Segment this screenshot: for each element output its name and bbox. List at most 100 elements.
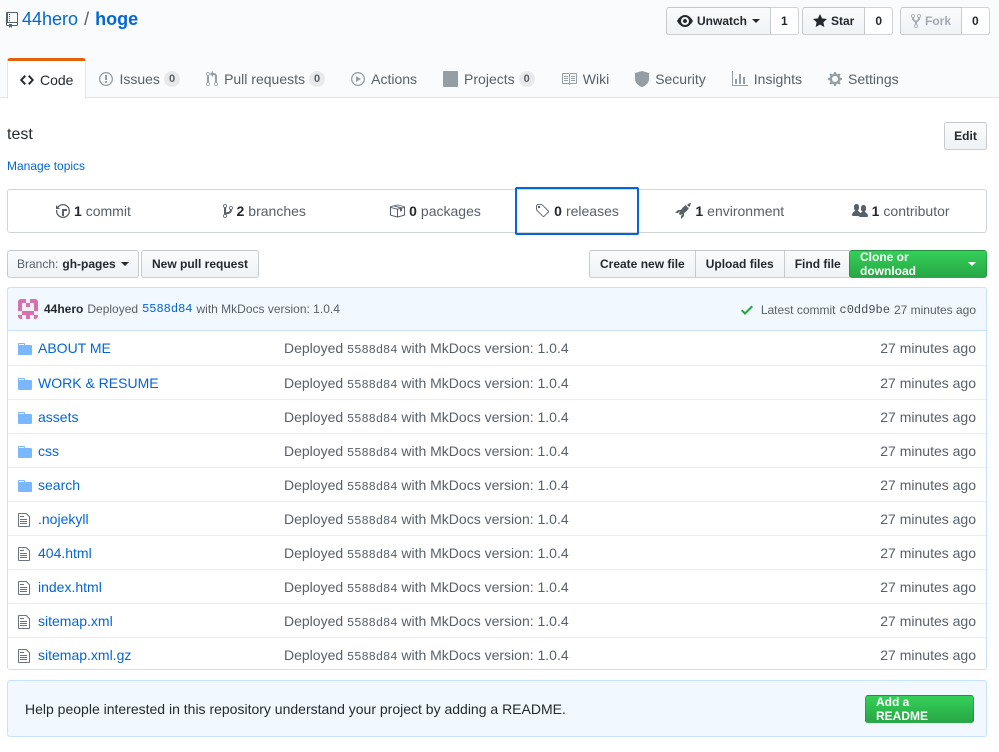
- unwatch-button[interactable]: Unwatch: [666, 7, 772, 35]
- commit-sha-link[interactable]: 5588d84: [142, 302, 192, 316]
- gear-icon: [828, 72, 843, 86]
- file-icon: [18, 649, 30, 663]
- file-rows: ABOUT ME Deployed 5588d84 with MkDocs ver…: [8, 331, 986, 669]
- file-icon-wrap: [18, 512, 30, 531]
- create-new-file-button[interactable]: Create new file: [589, 250, 696, 278]
- tab-pull-requests[interactable]: Pull requests 0: [193, 58, 338, 98]
- file-name-link[interactable]: ABOUT ME: [38, 340, 111, 356]
- table-row: search Deployed 5588d84 with MkDocs versi…: [8, 467, 986, 501]
- readme-prompt-text: Help people interested in this repositor…: [25, 701, 566, 717]
- file-commit-text: with MkDocs version: 1.0.4: [401, 545, 569, 561]
- package-icon: [390, 204, 406, 218]
- repo-owner-link[interactable]: 44hero: [22, 9, 78, 30]
- summary-contributors-label: contributor: [883, 203, 950, 219]
- file-commit-message[interactable]: Deployed 5588d84 with MkDocs version: 1.…: [284, 375, 569, 392]
- tab-actions[interactable]: Actions: [338, 58, 430, 98]
- summary-branches-num: 2: [236, 203, 245, 219]
- tab-issues[interactable]: Issues 0: [86, 58, 193, 98]
- repo-nav-tabs: Code Issues 0 Pull requests 0 Actions Pr…: [7, 58, 912, 99]
- fork-button[interactable]: Fork: [900, 7, 963, 35]
- summary-packages[interactable]: 0 packages: [350, 190, 521, 232]
- fork-count[interactable]: 0: [962, 7, 990, 35]
- find-file-button[interactable]: Find file: [783, 250, 852, 278]
- tab-insights[interactable]: Insights: [719, 58, 815, 98]
- summary-commits[interactable]: 1 commit: [8, 190, 179, 232]
- file-name-link[interactable]: 404.html: [38, 545, 92, 561]
- file-commit-sha[interactable]: 5588d84: [347, 378, 397, 392]
- file-commit-message[interactable]: Deployed 5588d84 with MkDocs version: 1.…: [284, 613, 569, 630]
- file-commit-message[interactable]: Deployed 5588d84 with MkDocs version: 1.…: [284, 579, 569, 596]
- file-commit-message[interactable]: Deployed 5588d84 with MkDocs version: 1.…: [284, 477, 569, 494]
- file-commit-message[interactable]: Deployed 5588d84 with MkDocs version: 1.…: [284, 443, 569, 460]
- tab-code[interactable]: Code: [7, 58, 87, 99]
- edit-description-button[interactable]: Edit: [944, 122, 987, 150]
- clone-or-download-button[interactable]: Clone or download: [849, 250, 987, 278]
- branch-select-button[interactable]: Branch: gh-pages: [7, 250, 139, 278]
- summary-environments[interactable]: 1 environment: [644, 190, 815, 232]
- file-commit-sha[interactable]: 5588d84: [347, 412, 397, 426]
- people-icon: [851, 204, 868, 217]
- shield-icon: [635, 71, 650, 87]
- file-commit-message[interactable]: Deployed 5588d84 with MkDocs version: 1.…: [284, 409, 569, 426]
- add-readme-button[interactable]: Add a README: [865, 695, 974, 723]
- readme-prompt: Help people interested in this repositor…: [7, 680, 987, 737]
- tab-settings[interactable]: Settings: [815, 58, 912, 98]
- folder-icon: [18, 412, 32, 424]
- file-commit-text: with MkDocs version: 1.0.4: [401, 613, 569, 629]
- avatar[interactable]: [18, 299, 38, 319]
- file-name-link[interactable]: assets: [38, 409, 78, 425]
- manage-topics-link[interactable]: Manage topics: [7, 159, 85, 173]
- file-commit-sha[interactable]: 5588d84: [347, 548, 397, 562]
- file-commit-sha[interactable]: 5588d84: [347, 446, 397, 460]
- latest-commit-sha[interactable]: c0dd9be: [840, 303, 890, 317]
- file-name-link[interactable]: index.html: [38, 579, 102, 595]
- watch-group: Unwatch 1: [666, 7, 799, 35]
- file-name-link[interactable]: .nojekyll: [38, 511, 89, 527]
- repo-description: test: [7, 126, 33, 143]
- commit-author[interactable]: 44hero: [44, 302, 83, 316]
- table-row: ABOUT ME Deployed 5588d84 with MkDocs ver…: [8, 331, 986, 365]
- file-name-link[interactable]: css: [38, 443, 59, 459]
- file-commit-sha[interactable]: 5588d84: [347, 514, 397, 528]
- summary-branches[interactable]: 2 branches: [179, 190, 350, 232]
- file-name-link[interactable]: WORK & RESUME: [38, 375, 159, 391]
- latest-commit-info: Latest commit c0dd9be 27 minutes ago: [740, 288, 976, 331]
- code-icon: [20, 74, 34, 85]
- file-commit-message[interactable]: Deployed 5588d84 with MkDocs version: 1.…: [284, 647, 569, 664]
- folder-icon: [18, 378, 32, 390]
- folder-icon-wrap: [18, 478, 32, 497]
- file-commit-sha[interactable]: 5588d84: [347, 616, 397, 630]
- star-button[interactable]: Star: [802, 7, 866, 35]
- file-actions-group: Create new file Upload files Find file: [589, 250, 852, 278]
- upload-files-button[interactable]: Upload files: [694, 250, 785, 278]
- file-name-link[interactable]: search: [38, 477, 80, 493]
- file-name-link[interactable]: sitemap.xml.gz: [38, 647, 131, 663]
- star-count[interactable]: 0: [865, 7, 894, 35]
- file-commit-message[interactable]: Deployed 5588d84 with MkDocs version: 1.…: [284, 511, 569, 528]
- table-row: 404.html Deployed 5588d84 with MkDocs ver…: [8, 535, 986, 569]
- file-name-link[interactable]: sitemap.xml: [38, 613, 113, 629]
- file-icon-wrap: [18, 580, 30, 599]
- tab-security[interactable]: Security: [622, 58, 719, 98]
- tab-projects-label: Projects: [464, 71, 515, 87]
- file-commit-sha[interactable]: 5588d84: [347, 343, 397, 357]
- folder-icon: [18, 343, 32, 355]
- summary-environments-num: 1: [695, 203, 704, 219]
- latest-commit-label: Latest commit: [760, 302, 836, 317]
- table-row: assets Deployed 5588d84 with MkDocs versi…: [8, 399, 986, 433]
- branch-value: gh-pages: [62, 257, 116, 271]
- watch-count[interactable]: 1: [771, 7, 799, 35]
- folder-icon: [18, 446, 32, 458]
- summary-releases[interactable]: 0 releases: [515, 187, 639, 235]
- repo-name-link[interactable]: hoge: [95, 9, 138, 30]
- new-pull-request-button[interactable]: New pull request: [141, 250, 260, 278]
- fork-label: Fork: [925, 14, 952, 28]
- file-commit-message[interactable]: Deployed 5588d84 with MkDocs version: 1.…: [284, 340, 569, 357]
- file-commit-sha[interactable]: 5588d84: [347, 480, 397, 494]
- file-commit-message[interactable]: Deployed 5588d84 with MkDocs version: 1.…: [284, 545, 569, 562]
- tab-wiki[interactable]: Wiki: [548, 58, 622, 98]
- file-commit-sha[interactable]: 5588d84: [347, 582, 397, 596]
- file-commit-sha[interactable]: 5588d84: [347, 650, 397, 664]
- summary-contributors[interactable]: 1 contributor: [815, 190, 986, 232]
- tab-projects[interactable]: Projects 0: [430, 58, 548, 98]
